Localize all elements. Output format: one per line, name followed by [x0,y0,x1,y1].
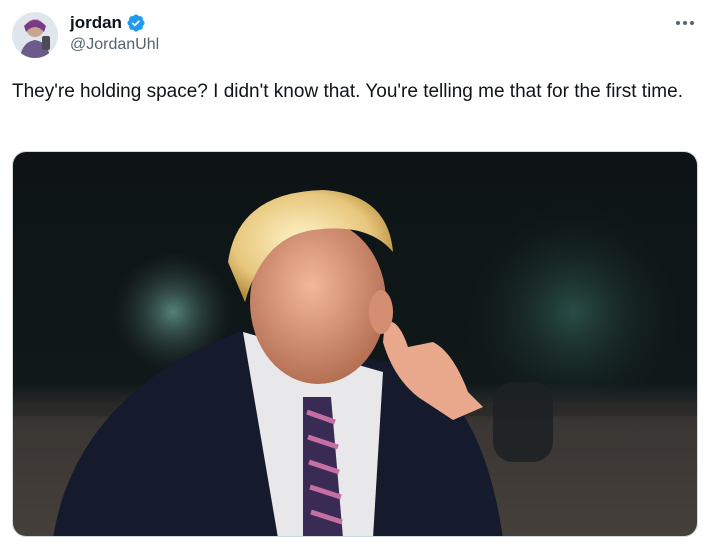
more-horizontal-icon [676,21,694,25]
more-options-button[interactable] [670,10,700,36]
author-names: jordan @JordanUhl [70,12,159,54]
avatar[interactable] [12,12,58,58]
tweet-card: jordan @JordanUhl They're holding space?… [0,0,710,547]
tweet-text: They're holding space? I didn't know tha… [12,81,683,102]
photo-image [13,152,697,536]
user-handle[interactable]: @JordanUhl [70,36,159,54]
display-name[interactable]: jordan [70,13,122,33]
verified-badge-icon [126,13,146,33]
display-name-row: jordan [70,12,159,34]
avatar-icon [12,12,58,58]
tweet-photo[interactable] [12,151,698,537]
